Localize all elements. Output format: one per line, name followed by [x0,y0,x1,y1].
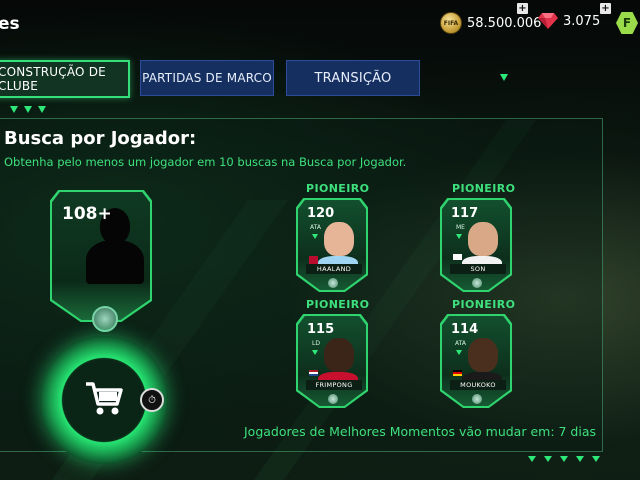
gem-value: 3.075 [563,13,601,29]
decor-triangle [24,106,32,113]
gem-icon [538,13,558,29]
netherlands-flag-icon [309,370,318,376]
add-gems-button[interactable]: + [600,3,611,14]
rotation-countdown-text: Jogadores de Melhores Momentos vão mudar… [244,424,597,439]
card-triangle-icon [456,350,462,355]
shopping-cart-icon [86,382,123,415]
card-gem-icon [328,394,338,404]
player-position: LD [312,340,320,347]
player-photo [324,222,354,256]
decor-triangle [592,456,600,462]
player-name: FRIMPONG [306,380,362,390]
player-position: ATA [310,224,321,231]
stopwatch-icon[interactable]: ⏱ [140,388,164,412]
decor-triangle [528,456,536,462]
card-gem-icon [472,278,482,288]
tab-more-indicator [500,74,508,81]
player-name: SON [450,264,506,274]
decor-triangle [560,456,568,462]
tab-transition[interactable]: TRANSIÇÃO [286,60,420,96]
player-photo [468,338,498,372]
player-card-label: PIONEIRO [306,298,370,311]
germany-flag-icon [453,370,462,376]
coin-icon: FIFA [440,12,462,34]
player-photo [324,338,354,372]
card-triangle-icon [456,234,462,239]
card-triangle-icon [312,350,318,355]
gem-balance: 3.075 [538,12,600,30]
card-triangle-icon [312,234,318,239]
player-rating: 114 [451,322,479,337]
coin-balance: FIFA 58.500.006 [440,12,541,34]
silhouette-body [86,240,144,284]
card-gem-icon [328,278,338,288]
decor-triangle [38,106,46,113]
player-card-label: PIONEIRO [452,298,516,311]
card-gem-icon [92,306,118,332]
player-card-label: PIONEIRO [306,182,370,195]
decor-triangle [10,106,18,113]
screen-title: es [0,14,20,34]
add-coins-button[interactable]: + [517,3,528,14]
player-photo [468,222,498,256]
tab-milestone-matches[interactable]: PARTIDAS DE MARCO [140,60,274,96]
panel-title: Busca por Jogador: [4,128,197,149]
tab-club-building[interactable]: CONSTRUÇÃO DE CLUBE [0,60,130,98]
korea-flag-icon [453,254,462,260]
player-rating: 115 [307,322,335,337]
decor-triangle [576,456,584,462]
mystery-card-rating: 108+ [62,204,112,224]
player-rating: 120 [307,206,335,221]
norway-flag-icon [309,256,318,264]
player-position: ME [456,224,465,231]
player-rating: 117 [451,206,479,221]
decor-triangle [544,456,552,462]
player-position: ATA [455,340,466,347]
card-gem-icon [472,394,482,404]
coin-value: 58.500.006 [467,15,542,31]
player-name: HAALAND [306,264,362,274]
player-card-label: PIONEIRO [452,182,516,195]
player-name: MOUKOKO [450,380,506,390]
panel-subtitle: Obtenha pelo menos um jogador em 10 busc… [4,155,407,169]
